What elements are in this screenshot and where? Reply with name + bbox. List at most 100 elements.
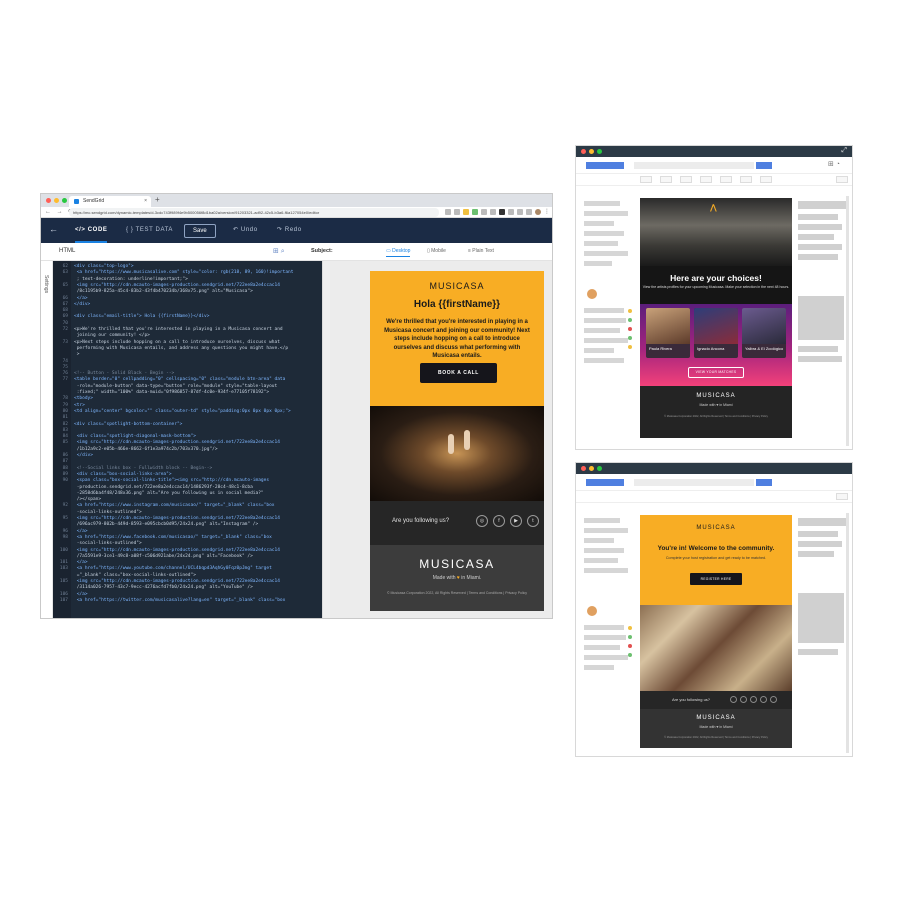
youtube-icon[interactable]: ▶ xyxy=(510,515,522,527)
code-line[interactable]: 89 <div class="box-social-links-area"> xyxy=(53,472,172,478)
twitter-icon[interactable] xyxy=(760,696,767,703)
code-line[interactable]: 65 <img src="http://cdn.mcauto-images-pr… xyxy=(53,283,280,289)
legal-links[interactable]: © Musicasa Corporation 2022, All Rights … xyxy=(640,736,792,739)
code-line[interactable]: 73 <p>Next steps include hopping on a cal… xyxy=(53,340,280,346)
profile-avatar[interactable] xyxy=(535,209,541,215)
spotify-icon[interactable] xyxy=(770,696,777,703)
subject-label[interactable]: Subject: xyxy=(311,248,333,254)
code-line[interactable]: 63 <a href="https://www.musicasalive.com… xyxy=(53,270,294,276)
maximize-window-button[interactable] xyxy=(597,466,602,471)
html-code-editor[interactable]: 62 <div class="top-logo"> 63 <a href="http… xyxy=(53,261,322,618)
legal-links[interactable]: © Musicasa Corporation 2022, All Rights … xyxy=(640,415,792,418)
extension-icon[interactable] xyxy=(445,209,451,215)
facebook-icon[interactable]: f xyxy=(493,515,505,527)
search-button[interactable] xyxy=(756,479,772,486)
code-line[interactable]: 83 xyxy=(53,428,74,434)
search-button[interactable] xyxy=(756,162,772,169)
close-window-button[interactable] xyxy=(581,466,586,471)
extension-icon[interactable] xyxy=(490,209,496,215)
format-search-icons[interactable]: ⊞ ⌕ xyxy=(273,247,285,256)
minimize-window-button[interactable] xyxy=(589,466,594,471)
code-line[interactable]: 106 </a> xyxy=(53,592,88,598)
scrollbar[interactable] xyxy=(846,513,849,753)
search-input[interactable] xyxy=(634,162,754,169)
tool-button[interactable] xyxy=(700,176,712,183)
close-window-button[interactable] xyxy=(581,149,586,154)
extension-icon[interactable] xyxy=(454,209,460,215)
save-button[interactable]: Save xyxy=(184,224,216,238)
code-line[interactable]: 85 <img src="http://cdn.mcauto-images-pr… xyxy=(53,440,280,446)
view-matches-button[interactable]: VIEW YOUR MATCHES xyxy=(688,367,744,378)
code-line[interactable]: -production.sendgrid.net/722ee8a2e4ccac1… xyxy=(53,485,253,491)
youtube-icon[interactable] xyxy=(750,696,757,703)
code-line[interactable]: 66 </a> xyxy=(53,296,88,302)
code-line[interactable]: 100 <img src="http://cdn.mcauto-images-p… xyxy=(53,548,280,554)
tool-button[interactable] xyxy=(836,176,848,183)
tool-button[interactable] xyxy=(660,176,672,183)
browser-menu-icon[interactable]: ⋮ xyxy=(544,209,550,215)
code-line[interactable]: 87 xyxy=(53,459,74,465)
back-arrow-icon[interactable]: ← xyxy=(49,224,58,234)
settings-rail[interactable]: Settings xyxy=(41,261,53,618)
close-tab-icon[interactable]: × xyxy=(144,196,147,207)
close-window-button[interactable] xyxy=(46,198,51,203)
grid-bell-icons[interactable]: ⊞ ◔ xyxy=(828,160,840,168)
maximize-window-button[interactable] xyxy=(62,198,67,203)
book-a-call-button[interactable]: BOOK A CALL xyxy=(420,363,497,383)
code-line[interactable]: /7a5591e9-3ce1-49c8-a08f-c506d921abe/24x… xyxy=(53,554,253,560)
code-line[interactable]: -role="module-button" data-type="button"… xyxy=(53,384,278,390)
code-line[interactable]: 74 xyxy=(53,359,74,365)
nav-button[interactable] xyxy=(586,162,624,169)
code-line[interactable]: 81 xyxy=(53,415,74,421)
code-line[interactable]: 70 xyxy=(53,321,74,327)
code-line[interactable]: 67 </div> xyxy=(53,302,91,308)
tab-test-data[interactable]: { } TEST DATA xyxy=(126,218,173,243)
code-line[interactable]: ="_blank" class="box-social-links-outlin… xyxy=(53,573,196,579)
tool-button[interactable] xyxy=(720,176,732,183)
pane-resize-handle[interactable] xyxy=(322,261,330,618)
scrollbar[interactable] xyxy=(846,196,849,446)
code-line[interactable]: 86 </div> xyxy=(53,453,93,459)
extension-icon[interactable] xyxy=(481,209,487,215)
extension-icon[interactable] xyxy=(499,209,505,215)
code-line[interactable]: -2858d6ba4f48/248x36.png" alt="Are you f… xyxy=(53,491,264,497)
code-line[interactable]: 92 <a href="https://www.instagram.com/mu… xyxy=(53,503,275,509)
tab-plain-text-preview[interactable]: ≡ Plain Text xyxy=(468,248,494,254)
code-line[interactable]: /8c1195b9-825a-45c4-83b2-43f4b470234b/36… xyxy=(53,289,253,295)
artist-card[interactable]: Yalbra & El Zoológico xyxy=(742,308,786,358)
tab-desktop-preview[interactable]: ▭ Desktop xyxy=(386,248,411,257)
settings-label[interactable]: Settings xyxy=(43,275,49,293)
code-line[interactable]: 78 <tbody> xyxy=(53,396,93,402)
tool-button[interactable] xyxy=(760,176,772,183)
twitter-icon[interactable]: t xyxy=(527,515,539,527)
search-input[interactable] xyxy=(634,479,754,486)
artist-card[interactable]: Paula Rivera xyxy=(646,308,690,358)
extension-icon[interactable] xyxy=(526,209,532,215)
extension-icon[interactable] xyxy=(472,209,478,215)
minimize-window-button[interactable] xyxy=(54,198,59,203)
tool-button[interactable] xyxy=(640,176,652,183)
artist-card[interactable]: Ignacio Ancona xyxy=(694,308,738,358)
code-line[interactable]: > xyxy=(53,352,80,358)
extension-icon[interactable] xyxy=(463,209,469,215)
facebook-icon[interactable] xyxy=(740,696,747,703)
code-line[interactable]: -social-links-outlined"> xyxy=(53,510,142,516)
url-input[interactable]: https://mc.sendgrid.com/dynamic-template… xyxy=(69,208,439,217)
code-line[interactable]: 98 <a href="https://www.facebook.com/mus… xyxy=(53,535,272,541)
instagram-icon[interactable] xyxy=(730,696,737,703)
code-line[interactable]: 96 </a> xyxy=(53,529,88,535)
browser-tab-sendgrid[interactable]: SendGrid × xyxy=(69,196,151,207)
tab-code[interactable]: </> CODE xyxy=(75,218,108,243)
code-line[interactable]: performing with Musicasa entails, and ad… xyxy=(53,346,288,352)
expand-icon[interactable]: ⤢ xyxy=(841,147,847,155)
code-line[interactable]: 75 xyxy=(53,365,74,371)
nav-button[interactable] xyxy=(586,479,624,486)
code-line[interactable]: 88 <!--Social links box - Fullwidth bloc… xyxy=(53,466,213,472)
code-line[interactable]: /696ac979-802b-449d-8593-e095cbcb0d95/24… xyxy=(53,522,259,528)
code-line[interactable]: 90 <span class="box-social-links-title">… xyxy=(53,478,270,484)
tool-button[interactable] xyxy=(680,176,692,183)
code-line[interactable]: 77 <table border="0" cellpadding="0" cell… xyxy=(53,377,286,383)
redo-button[interactable]: ↷ Redo xyxy=(277,218,302,243)
tool-button[interactable] xyxy=(740,176,752,183)
extension-icon[interactable] xyxy=(508,209,514,215)
